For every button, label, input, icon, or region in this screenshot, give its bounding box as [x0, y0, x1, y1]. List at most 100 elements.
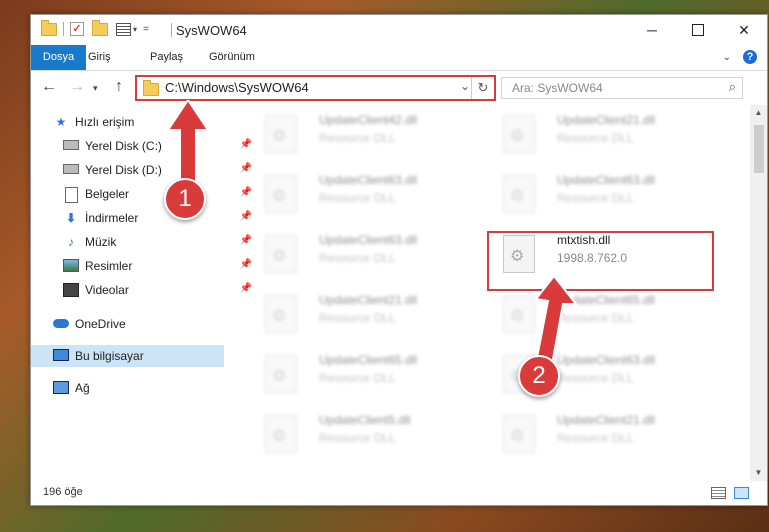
- sidebar-item-label: Resimler: [85, 259, 133, 273]
- file-item[interactable]: UpdateClient65.dll Resource DLL: [247, 349, 477, 399]
- file-name: UpdateClient65.dll: [319, 353, 418, 367]
- close-icon: ✕: [738, 21, 750, 38]
- file-item[interactable]: UpdateClient42.dll Resource DLL: [247, 109, 477, 159]
- folder-icon: [143, 80, 159, 96]
- dll-file-icon: [265, 175, 297, 213]
- star-icon: ★: [55, 115, 67, 129]
- new-folder-icon[interactable]: [92, 19, 108, 36]
- computer-icon: [53, 349, 69, 361]
- dll-file-icon: [503, 415, 535, 453]
- file-item[interactable]: UpdateClient5.dll Resource DLL: [247, 409, 477, 459]
- sidebar-item-label: İndirmeler: [85, 211, 139, 225]
- maximize-button[interactable]: [675, 15, 721, 45]
- recent-chevron-icon[interactable]: ▾: [93, 83, 98, 94]
- chevron-down-icon[interactable]: ▾: [133, 25, 137, 34]
- sidebar-item-music[interactable]: ♪ Müzik 📌: [31, 231, 256, 253]
- ribbon-controls: ⌄ ?: [723, 50, 757, 64]
- sidebar-item-label: Hızlı erişim: [75, 115, 135, 129]
- network-icon: [53, 381, 69, 394]
- step-2-badge: 2: [518, 355, 560, 397]
- dll-file-icon: [265, 235, 297, 273]
- folder-icon: [41, 19, 57, 36]
- file-name: UpdateClient63.dll: [557, 173, 656, 187]
- status-bar: 196 öğe: [31, 481, 767, 505]
- forward-arrow-icon[interactable]: →: [69, 78, 85, 96]
- file-description: Resource DLL: [319, 371, 396, 385]
- file-item[interactable]: UpdateClient21.dll Resource DLL: [485, 109, 715, 159]
- quick-access-toolbar: ✓ ▾ =: [41, 19, 149, 36]
- expand-ribbon-icon[interactable]: ⌄: [723, 52, 731, 63]
- ribbon: Dosya Giriş Paylaş Görünüm ⌄ ?: [31, 45, 767, 71]
- scroll-down-icon[interactable]: ▼: [750, 465, 767, 481]
- sidebar-item-this-pc[interactable]: Bu bilgisayar: [31, 345, 224, 367]
- music-icon: ♪: [68, 235, 74, 249]
- dll-file-icon: [265, 295, 297, 333]
- close-button[interactable]: ✕: [721, 15, 767, 45]
- sidebar-item-pictures[interactable]: Resimler 📌: [31, 255, 256, 277]
- search-icon[interactable]: ⌕: [729, 79, 736, 95]
- scroll-up-icon[interactable]: ▲: [750, 105, 767, 121]
- file-description: Resource DLL: [557, 431, 634, 445]
- file-name: UpdateClient63.dll: [319, 173, 418, 187]
- sidebar-item-label: Bu bilgisayar: [75, 349, 144, 363]
- tiles-view-icon[interactable]: [734, 487, 749, 499]
- customize-toolbar-icon[interactable]: =: [143, 24, 149, 35]
- navigation-bar: ← → ▾ ↑ C:\Windows\SysWOW64 ⌄ ↻ ⌕: [31, 71, 767, 103]
- sidebar-item-label: Yerel Disk (C:): [85, 139, 162, 153]
- refresh-icon[interactable]: ↻: [471, 77, 494, 99]
- sidebar-item-label: Yerel Disk (D:): [85, 163, 162, 177]
- minimize-icon: ─: [647, 22, 657, 38]
- file-name: UpdateClient42.dll: [319, 113, 418, 127]
- sidebar-item-onedrive[interactable]: OneDrive: [31, 313, 246, 335]
- file-description: Resource DLL: [319, 251, 396, 265]
- vertical-scrollbar[interactable]: ▲ ▼: [750, 105, 767, 481]
- file-description: Resource DLL: [319, 191, 396, 205]
- properties-icon[interactable]: [116, 22, 131, 36]
- file-name: UpdateClient5.dll: [319, 413, 411, 427]
- dll-file-icon: [265, 355, 297, 393]
- sidebar-item-label: Ağ: [75, 381, 90, 395]
- document-icon: [64, 187, 78, 203]
- sidebar-item-videos[interactable]: Videolar 📌: [31, 279, 256, 301]
- up-arrow-icon[interactable]: ↑: [115, 78, 123, 96]
- sidebar-item-network[interactable]: Ağ: [31, 377, 246, 399]
- drive-icon: [63, 140, 79, 150]
- step-1-badge: 1: [164, 178, 206, 220]
- download-icon: ⬇: [65, 211, 77, 225]
- tab-paylas[interactable]: Paylaş: [140, 45, 193, 70]
- sidebar-item-label: OneDrive: [75, 317, 126, 331]
- sidebar-item-local-disk-c[interactable]: Yerel Disk (C:) 📌: [31, 135, 256, 157]
- title-bar: ✓ ▾ = SysWOW64 ─ ✕: [31, 15, 767, 45]
- file-description: Resource DLL: [557, 131, 634, 145]
- properties-check-icon[interactable]: ✓: [70, 22, 84, 36]
- file-item[interactable]: UpdateClient63.dll Resource DLL: [247, 229, 477, 279]
- help-icon[interactable]: ?: [743, 50, 757, 64]
- dll-file-icon: [265, 115, 297, 153]
- sidebar-item-local-disk-d[interactable]: Yerel Disk (D:) 📌: [31, 159, 256, 181]
- minimize-button[interactable]: ─: [629, 15, 675, 45]
- address-dropdown-icon[interactable]: ⌄: [460, 79, 470, 93]
- scroll-thumb[interactable]: [754, 125, 764, 173]
- file-item[interactable]: UpdateClient63.dll Resource DLL: [247, 169, 477, 219]
- picture-icon: [63, 259, 79, 272]
- address-bar[interactable]: C:\Windows\SysWOW64 ⌄ ↻: [135, 75, 496, 101]
- details-view-icon[interactable]: [711, 487, 726, 499]
- file-name: UpdateClient63.dll: [319, 233, 418, 247]
- maximize-icon: [692, 24, 704, 36]
- file-item[interactable]: UpdateClient21.dll Resource DLL: [485, 409, 715, 459]
- address-path[interactable]: C:\Windows\SysWOW64: [165, 80, 309, 95]
- sidebar-item-downloads[interactable]: ⬇ İndirmeler 📌: [31, 207, 256, 229]
- search-box[interactable]: ⌕: [501, 77, 743, 99]
- file-item[interactable]: UpdateClient63.dll Resource DLL: [485, 169, 715, 219]
- sidebar-item-label: Belgeler: [85, 187, 130, 201]
- file-description: Resource DLL: [319, 311, 396, 325]
- item-count: 196 öğe: [43, 486, 83, 498]
- search-input[interactable]: [510, 78, 714, 98]
- file-description: Resource DLL: [319, 131, 396, 145]
- tab-giris[interactable]: Giriş: [78, 45, 121, 70]
- sidebar-item-documents[interactable]: Belgeler 📌: [31, 183, 256, 205]
- tab-gorunum[interactable]: Görünüm: [199, 45, 265, 70]
- file-description: Resource DLL: [557, 191, 634, 205]
- file-item[interactable]: UpdateClient21.dll Resource DLL: [247, 289, 477, 339]
- back-arrow-icon[interactable]: ←: [41, 78, 57, 96]
